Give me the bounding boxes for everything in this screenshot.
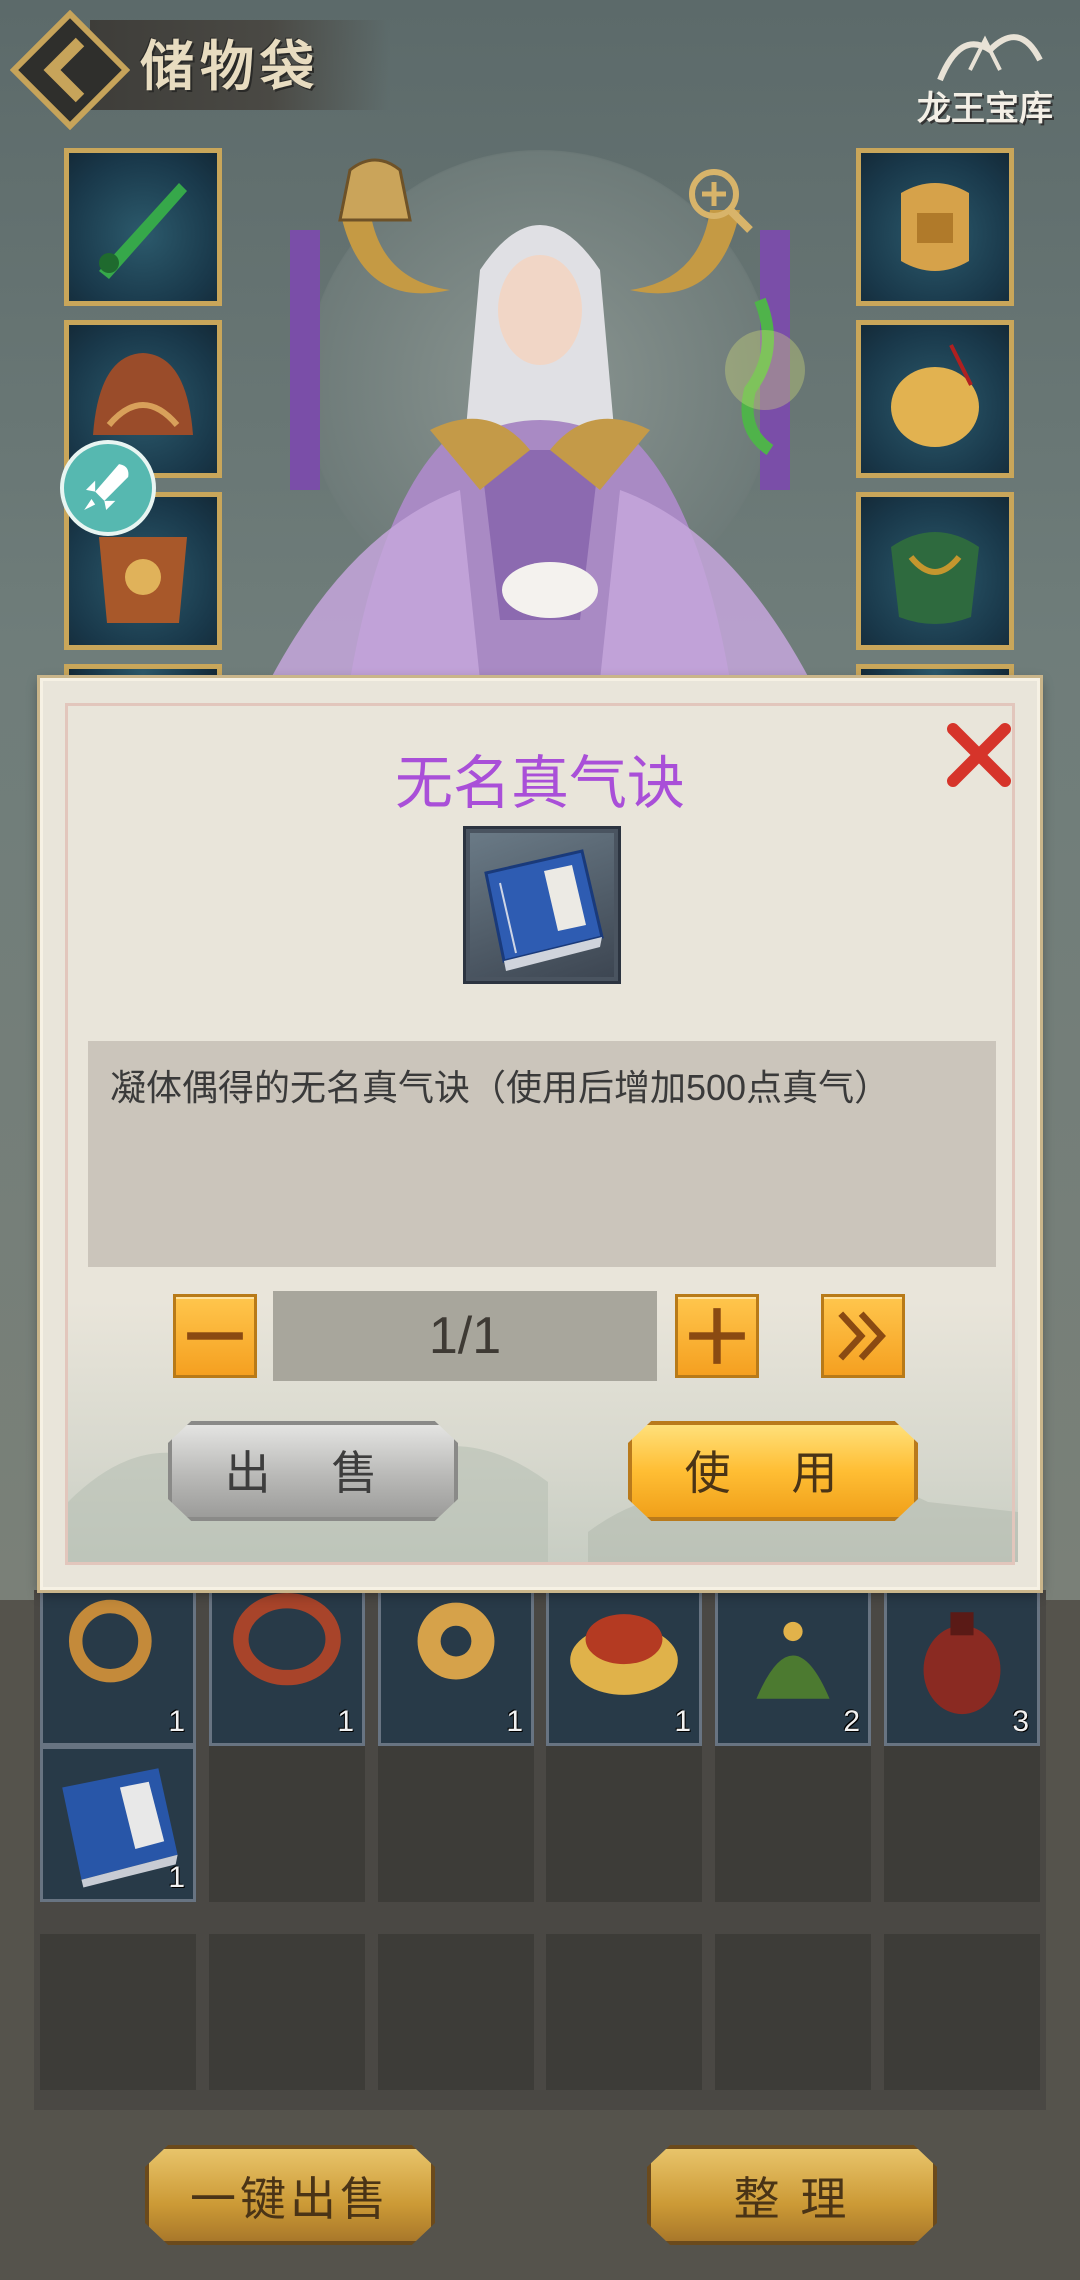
inventory-slot-empty[interactable]	[378, 1934, 534, 2090]
pendant-icon	[891, 344, 979, 447]
item-description: 凝体偶得的无名真气诀（使用后增加500点真气）	[110, 1067, 891, 1108]
max-quantity-button[interactable]	[821, 1294, 905, 1378]
dragon-logo-icon	[937, 34, 1043, 82]
inventory-slot-empty[interactable]	[546, 1746, 702, 1902]
inventory-slot[interactable]: 1	[378, 1590, 534, 1746]
item-count: 1	[168, 1861, 185, 1894]
use-button[interactable]: 使 用	[628, 1421, 918, 1521]
bracer-icon	[901, 183, 969, 271]
inventory-slot[interactable]: 1	[546, 1590, 702, 1746]
inventory-slot[interactable]: 1	[40, 1590, 196, 1746]
item-count: 3	[1012, 1705, 1029, 1738]
double-chevron-right-icon	[838, 1311, 886, 1361]
inventory-slot-empty[interactable]	[715, 1934, 871, 2090]
quantity-display: 1/1	[273, 1291, 657, 1381]
description-box: 凝体偶得的无名真气诀（使用后增加500点真气）	[88, 1041, 996, 1267]
decrease-button[interactable]	[173, 1294, 257, 1378]
inventory-slot-empty[interactable]	[546, 1934, 702, 2090]
inventory-slot[interactable]: 1	[209, 1590, 365, 1746]
plus-icon	[689, 1308, 745, 1364]
close-icon	[947, 723, 1011, 787]
back-arrow-icon	[9, 9, 131, 131]
increase-button[interactable]	[675, 1294, 759, 1378]
manual-book-icon	[484, 849, 604, 971]
item-count: 1	[168, 1705, 185, 1738]
inventory-grid: 1 1 1 1 2 3 1	[34, 1590, 1046, 2110]
equip-slot-amulet[interactable]	[856, 320, 1014, 478]
equip-slot-boots[interactable]	[856, 492, 1014, 650]
back-button[interactable]	[9, 9, 131, 131]
inventory-slot-empty[interactable]	[884, 1934, 1040, 2090]
sell-button[interactable]: 出 售	[168, 1421, 458, 1521]
rocket-button[interactable]	[60, 440, 156, 536]
sort-button[interactable]: 整 理	[647, 2145, 937, 2245]
inventory-slot-empty[interactable]	[715, 1746, 871, 1902]
item-icon-frame	[463, 826, 621, 984]
sell-all-button[interactable]: 一键出售	[145, 2145, 435, 2245]
inventory-slot-empty[interactable]	[884, 1746, 1040, 1902]
minus-icon	[187, 1332, 243, 1340]
zoom-in-icon[interactable]	[680, 160, 760, 240]
inventory-slot-empty[interactable]	[209, 1746, 365, 1902]
equip-slot-weapon[interactable]	[64, 148, 222, 306]
item-count: 1	[674, 1705, 691, 1738]
inventory-slot-selected[interactable]: 1	[40, 1746, 196, 1902]
boots-icon	[891, 532, 979, 624]
rocket-icon	[84, 464, 129, 510]
inventory-slot[interactable]: 3	[884, 1590, 1040, 1746]
close-button[interactable]	[943, 719, 1015, 791]
equip-slot-ring[interactable]	[856, 148, 1014, 306]
inventory-slot[interactable]: 2	[715, 1590, 871, 1746]
logo-text: 龙王宝库	[917, 89, 1053, 129]
item-count: 1	[337, 1705, 354, 1738]
item-detail-dialog: 无名真气诀 凝体偶得的无名真气诀（使用后增加500点真气） 1/1 出 售 使 …	[40, 678, 1040, 1590]
inventory-slot-empty[interactable]	[378, 1746, 534, 1902]
item-count: 1	[506, 1705, 523, 1738]
inventory-slot-empty[interactable]	[209, 1934, 365, 2090]
item-count: 2	[843, 1705, 860, 1738]
inventory-slot-empty[interactable]	[40, 1934, 196, 2090]
sword-icon	[99, 183, 187, 279]
dialog-title: 无名真气诀	[394, 751, 685, 816]
logo: 龙王宝库	[910, 20, 1060, 130]
page-title: 储物袋	[140, 34, 320, 98]
head-slot-icon[interactable]	[330, 150, 420, 230]
